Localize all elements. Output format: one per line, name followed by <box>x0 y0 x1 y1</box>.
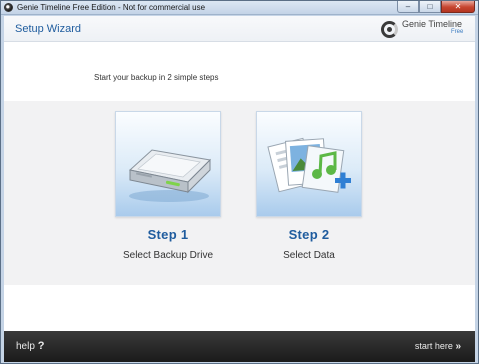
wizard-content: Setup Wizard Genie Timeline Free Start y… <box>4 16 475 362</box>
step-2-description: Select Data <box>283 250 335 261</box>
help-label: help <box>16 341 35 352</box>
brand-edition: Free <box>451 29 464 35</box>
brand-name: Genie Timeline <box>402 19 463 29</box>
start-here-button[interactable]: start here » <box>414 341 461 352</box>
window-controls: – □ ✕ <box>397 1 475 13</box>
step-2-thumbnail[interactable] <box>256 111 362 217</box>
wizard-footer: help ? start here » <box>4 331 475 362</box>
help-button[interactable]: help ? <box>16 340 44 352</box>
double-chevron-right-icon: » <box>455 341 460 352</box>
data-files-icon <box>267 137 351 193</box>
question-mark-icon: ? <box>37 340 45 352</box>
wizard-header: Setup Wizard Genie Timeline Free <box>4 16 475 42</box>
title-bar[interactable]: Genie Timeline Free Edition - Not for co… <box>1 1 478 15</box>
page-title: Setup Wizard <box>15 23 82 35</box>
step-2-card[interactable]: Step 2 Select Data <box>255 111 363 262</box>
window-title: Genie Timeline Free Edition - Not for co… <box>17 3 206 12</box>
step-1-label: Step 1 <box>147 227 189 242</box>
step-1-thumbnail[interactable] <box>115 111 221 217</box>
minimize-button[interactable]: – <box>397 1 419 13</box>
brand-logo-icon <box>381 21 398 38</box>
step-1-card[interactable]: Step 1 Select Backup Drive <box>114 111 222 262</box>
app-window: Genie Timeline Free Edition - Not for co… <box>0 0 479 364</box>
step-2-label: Step 2 <box>288 227 330 242</box>
hard-drive-icon <box>128 149 212 202</box>
wizard-subtitle: Start your backup in 2 simple steps <box>94 73 219 82</box>
steps-band <box>4 101 475 285</box>
close-button[interactable]: ✕ <box>441 1 475 13</box>
start-label: start here <box>414 341 453 351</box>
step-1-description: Select Backup Drive <box>122 250 214 261</box>
app-logo-icon <box>4 3 13 12</box>
maximize-button[interactable]: □ <box>419 1 441 13</box>
